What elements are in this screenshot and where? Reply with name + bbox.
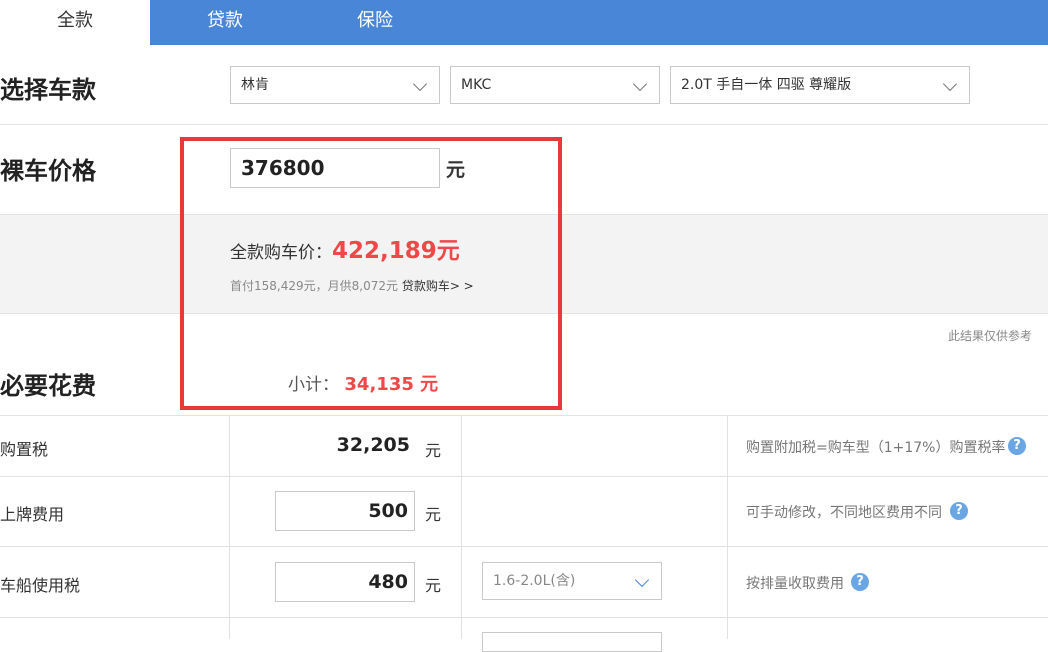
variant-select-value: 2.0T 手自一体 四驱 尊耀版 xyxy=(681,77,852,93)
help-icon[interactable]: ? xyxy=(851,573,869,591)
tab-loan[interactable]: 贷款 xyxy=(150,0,300,45)
chevron-down-icon xyxy=(412,76,428,92)
table-divider xyxy=(0,476,1048,477)
purchase-tax-unit: 元 xyxy=(425,441,442,460)
necessary-costs-title: 必要花费 xyxy=(0,372,96,400)
registration-fee-input[interactable]: 500 xyxy=(275,491,415,531)
chevron-down-icon xyxy=(632,76,648,92)
variant-select[interactable]: 2.0T 手自一体 四驱 尊耀版 xyxy=(670,66,970,104)
vehicle-tax-unit: 元 xyxy=(425,576,442,595)
chevron-down-icon xyxy=(942,76,958,92)
divider xyxy=(0,124,1048,125)
next-row-select[interactable] xyxy=(482,632,662,652)
registration-fee-label: 上牌费用 xyxy=(0,505,65,524)
displacement-select[interactable]: 1.6-2.0L(含) xyxy=(482,562,662,600)
bare-price-title: 裸车价格 xyxy=(0,157,96,185)
brand-select-value: 林肯 xyxy=(241,77,269,93)
purchase-tax-note: 购置附加税=购车型（1+17%）购置税率 xyxy=(746,440,1006,456)
help-icon[interactable]: ? xyxy=(1008,437,1026,455)
column-divider xyxy=(229,415,230,639)
vehicle-tax-input[interactable]: 480 xyxy=(275,562,415,602)
table-divider xyxy=(0,415,1048,416)
table-divider xyxy=(0,617,1048,618)
table-divider xyxy=(0,546,1048,547)
chevron-down-icon xyxy=(634,572,650,588)
select-model-title: 选择车款 xyxy=(0,76,96,104)
series-select[interactable]: MKC xyxy=(450,66,660,104)
disclaimer: 此结果仅供参考 xyxy=(948,329,1033,343)
displacement-select-value: 1.6-2.0L(含) xyxy=(493,573,576,589)
column-divider xyxy=(461,415,462,639)
purchase-tax-label: 购置税 xyxy=(0,440,49,459)
tab-insurance[interactable]: 保险 xyxy=(300,0,450,45)
column-divider xyxy=(727,415,728,639)
highlight-box xyxy=(180,137,562,410)
brand-select[interactable]: 林肯 xyxy=(230,66,440,104)
vehicle-tax-note: 按排量收取费用 xyxy=(746,576,844,592)
registration-fee-unit: 元 xyxy=(425,505,442,524)
registration-fee-note: 可手动修改，不同地区费用不同 xyxy=(746,505,942,521)
help-icon[interactable]: ? xyxy=(950,502,968,520)
vehicle-tax-label: 车船使用税 xyxy=(0,576,81,595)
series-select-value: MKC xyxy=(461,77,492,93)
purchase-tax-value: 32,205 xyxy=(336,434,410,456)
tab-full-payment[interactable]: 全款 xyxy=(0,0,150,45)
